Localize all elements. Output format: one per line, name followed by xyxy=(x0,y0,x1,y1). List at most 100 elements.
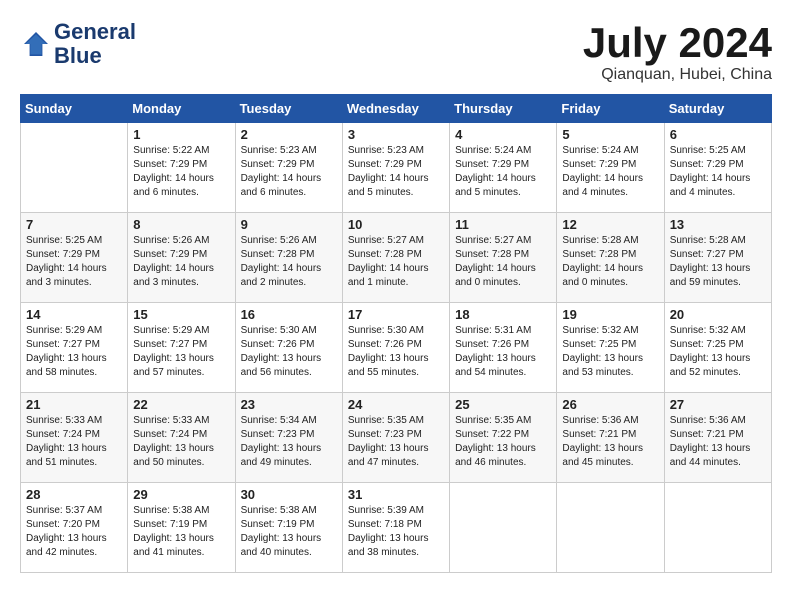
calendar-week-2: 7 Sunrise: 5:25 AM Sunset: 7:29 PM Daylig… xyxy=(21,213,772,303)
day-number: 25 xyxy=(455,397,551,412)
cell-content: Sunrise: 5:27 AM Sunset: 7:28 PM Dayligh… xyxy=(455,234,551,290)
calendar-cell: 16 Sunrise: 5:30 AM Sunset: 7:26 PM Dayli… xyxy=(235,303,342,393)
cell-content: Sunrise: 5:26 AM Sunset: 7:28 PM Dayligh… xyxy=(241,234,337,290)
day-number: 16 xyxy=(241,307,337,322)
calendar-week-3: 14Sunrise: 5:29 AM Sunset: 7:27 PM Dayli… xyxy=(21,303,772,393)
header-row: SundayMondayTuesdayWednesdayThursdayFrid… xyxy=(21,95,772,123)
cell-content: Sunrise: 5:24 AM Sunset: 7:29 PM Dayligh… xyxy=(562,144,658,200)
cell-content: Sunrise: 5:29 AM Sunset: 7:27 PM Dayligh… xyxy=(133,324,229,380)
header-day-thursday: Thursday xyxy=(450,95,557,123)
cell-content: Sunrise: 5:32 AM Sunset: 7:25 PM Dayligh… xyxy=(562,324,658,380)
logo-icon xyxy=(20,28,52,60)
calendar-cell: 24Sunrise: 5:35 AM Sunset: 7:23 PM Dayli… xyxy=(342,393,449,483)
calendar-cell: 27Sunrise: 5:36 AM Sunset: 7:21 PM Dayli… xyxy=(664,393,771,483)
calendar-cell: 6 Sunrise: 5:25 AM Sunset: 7:29 PM Daylig… xyxy=(664,123,771,213)
day-number: 18 xyxy=(455,307,551,322)
calendar-cell: 4Sunrise: 5:24 AM Sunset: 7:29 PM Daylig… xyxy=(450,123,557,213)
header-day-sunday: Sunday xyxy=(21,95,128,123)
calendar-cell: 21Sunrise: 5:33 AM Sunset: 7:24 PM Dayli… xyxy=(21,393,128,483)
title-block: July 2024 Qianquan, Hubei, China xyxy=(583,20,772,84)
location: Qianquan, Hubei, China xyxy=(583,66,772,84)
cell-content: Sunrise: 5:38 AM Sunset: 7:19 PM Dayligh… xyxy=(133,504,229,560)
calendar-cell: 8Sunrise: 5:26 AM Sunset: 7:29 PM Daylig… xyxy=(128,213,235,303)
day-number: 20 xyxy=(670,307,766,322)
day-number: 3 xyxy=(348,127,444,142)
calendar-cell: 14Sunrise: 5:29 AM Sunset: 7:27 PM Dayli… xyxy=(21,303,128,393)
header-day-friday: Friday xyxy=(557,95,664,123)
calendar-cell: 13 Sunrise: 5:28 AM Sunset: 7:27 PM Dayli… xyxy=(664,213,771,303)
day-number: 30 xyxy=(241,487,337,502)
day-number: 11 xyxy=(455,217,551,232)
cell-content: Sunrise: 5:30 AM Sunset: 7:26 PM Dayligh… xyxy=(348,324,444,380)
day-number: 22 xyxy=(133,397,229,412)
cell-content: Sunrise: 5:23 AM Sunset: 7:29 PM Dayligh… xyxy=(241,144,337,200)
calendar-cell: 2 Sunrise: 5:23 AM Sunset: 7:29 PM Daylig… xyxy=(235,123,342,213)
calendar-cell: 3 Sunrise: 5:23 AM Sunset: 7:29 PM Daylig… xyxy=(342,123,449,213)
day-number: 9 xyxy=(241,217,337,232)
calendar-cell: 30 Sunrise: 5:38 AM Sunset: 7:19 PM Dayli… xyxy=(235,483,342,573)
calendar-cell: 25 Sunrise: 5:35 AM Sunset: 7:22 PM Dayli… xyxy=(450,393,557,483)
cell-content: Sunrise: 5:25 AM Sunset: 7:29 PM Dayligh… xyxy=(670,144,766,200)
day-number: 5 xyxy=(562,127,658,142)
day-number: 12 xyxy=(562,217,658,232)
day-number: 7 xyxy=(26,217,122,232)
cell-content: Sunrise: 5:27 AM Sunset: 7:28 PM Dayligh… xyxy=(348,234,444,290)
cell-content: Sunrise: 5:31 AM Sunset: 7:26 PM Dayligh… xyxy=(455,324,551,380)
day-number: 31 xyxy=(348,487,444,502)
day-number: 26 xyxy=(562,397,658,412)
day-number: 4 xyxy=(455,127,551,142)
calendar-cell: 29 Sunrise: 5:38 AM Sunset: 7:19 PM Dayli… xyxy=(128,483,235,573)
cell-content: Sunrise: 5:36 AM Sunset: 7:21 PM Dayligh… xyxy=(562,414,658,470)
header-day-saturday: Saturday xyxy=(664,95,771,123)
calendar-cell xyxy=(557,483,664,573)
calendar-cell: 15Sunrise: 5:29 AM Sunset: 7:27 PM Dayli… xyxy=(128,303,235,393)
day-number: 29 xyxy=(133,487,229,502)
cell-content: Sunrise: 5:33 AM Sunset: 7:24 PM Dayligh… xyxy=(133,414,229,470)
calendar-table: SundayMondayTuesdayWednesdayThursdayFrid… xyxy=(20,94,772,573)
page-header: General Blue July 2024 Qianquan, Hubei, … xyxy=(20,20,772,84)
logo-line1: General xyxy=(54,20,136,44)
calendar-header: SundayMondayTuesdayWednesdayThursdayFrid… xyxy=(21,95,772,123)
cell-content: Sunrise: 5:36 AM Sunset: 7:21 PM Dayligh… xyxy=(670,414,766,470)
logo-line2: Blue xyxy=(54,44,136,68)
cell-content: Sunrise: 5:37 AM Sunset: 7:20 PM Dayligh… xyxy=(26,504,122,560)
calendar-cell: 12 Sunrise: 5:28 AM Sunset: 7:28 PM Dayli… xyxy=(557,213,664,303)
day-number: 6 xyxy=(670,127,766,142)
day-number: 23 xyxy=(241,397,337,412)
day-number: 1 xyxy=(133,127,229,142)
day-number: 13 xyxy=(670,217,766,232)
calendar-cell xyxy=(664,483,771,573)
cell-content: Sunrise: 5:28 AM Sunset: 7:27 PM Dayligh… xyxy=(670,234,766,290)
calendar-cell: 22 Sunrise: 5:33 AM Sunset: 7:24 PM Dayli… xyxy=(128,393,235,483)
day-number: 2 xyxy=(241,127,337,142)
calendar-cell: 1Sunrise: 5:22 AM Sunset: 7:29 PM Daylig… xyxy=(128,123,235,213)
header-day-wednesday: Wednesday xyxy=(342,95,449,123)
calendar-cell: 19Sunrise: 5:32 AM Sunset: 7:25 PM Dayli… xyxy=(557,303,664,393)
cell-content: Sunrise: 5:28 AM Sunset: 7:28 PM Dayligh… xyxy=(562,234,658,290)
day-number: 10 xyxy=(348,217,444,232)
logo-text: General Blue xyxy=(54,20,136,68)
cell-content: Sunrise: 5:34 AM Sunset: 7:23 PM Dayligh… xyxy=(241,414,337,470)
calendar-cell: 20Sunrise: 5:32 AM Sunset: 7:25 PM Dayli… xyxy=(664,303,771,393)
cell-content: Sunrise: 5:38 AM Sunset: 7:19 PM Dayligh… xyxy=(241,504,337,560)
calendar-cell: 11 Sunrise: 5:27 AM Sunset: 7:28 PM Dayli… xyxy=(450,213,557,303)
cell-content: Sunrise: 5:23 AM Sunset: 7:29 PM Dayligh… xyxy=(348,144,444,200)
calendar-cell: 5 Sunrise: 5:24 AM Sunset: 7:29 PM Daylig… xyxy=(557,123,664,213)
calendar-cell: 9 Sunrise: 5:26 AM Sunset: 7:28 PM Daylig… xyxy=(235,213,342,303)
day-number: 17 xyxy=(348,307,444,322)
header-day-monday: Monday xyxy=(128,95,235,123)
calendar-cell: 23 Sunrise: 5:34 AM Sunset: 7:23 PM Dayli… xyxy=(235,393,342,483)
calendar-body: 1Sunrise: 5:22 AM Sunset: 7:29 PM Daylig… xyxy=(21,123,772,573)
calendar-cell: 28Sunrise: 5:37 AM Sunset: 7:20 PM Dayli… xyxy=(21,483,128,573)
cell-content: Sunrise: 5:25 AM Sunset: 7:29 PM Dayligh… xyxy=(26,234,122,290)
day-number: 24 xyxy=(348,397,444,412)
calendar-cell: 26 Sunrise: 5:36 AM Sunset: 7:21 PM Dayli… xyxy=(557,393,664,483)
month-title: July 2024 xyxy=(583,20,772,66)
cell-content: Sunrise: 5:29 AM Sunset: 7:27 PM Dayligh… xyxy=(26,324,122,380)
calendar-cell: 7 Sunrise: 5:25 AM Sunset: 7:29 PM Daylig… xyxy=(21,213,128,303)
calendar-cell: 17 Sunrise: 5:30 AM Sunset: 7:26 PM Dayli… xyxy=(342,303,449,393)
calendar-cell: 31Sunrise: 5:39 AM Sunset: 7:18 PM Dayli… xyxy=(342,483,449,573)
calendar-cell xyxy=(450,483,557,573)
cell-content: Sunrise: 5:30 AM Sunset: 7:26 PM Dayligh… xyxy=(241,324,337,380)
cell-content: Sunrise: 5:35 AM Sunset: 7:22 PM Dayligh… xyxy=(455,414,551,470)
